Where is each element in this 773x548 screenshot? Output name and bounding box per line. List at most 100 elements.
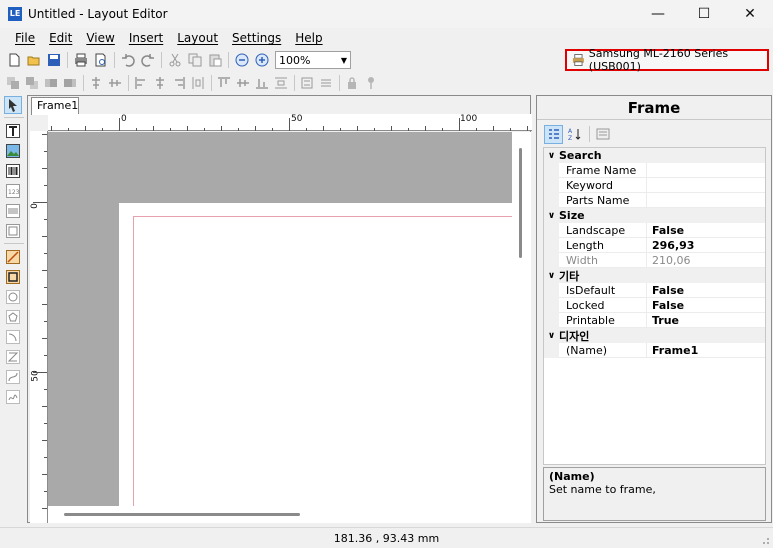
polygon-tool[interactable] — [4, 308, 22, 326]
horizontal-scrollbar[interactable] — [48, 506, 512, 523]
category-size[interactable]: ∨ Size — [544, 208, 765, 223]
align-left-button[interactable] — [132, 74, 150, 92]
same-width-button[interactable] — [317, 74, 335, 92]
tab-frame1[interactable]: Frame1 — [31, 97, 79, 115]
property-row[interactable]: Length 296,93 — [544, 238, 765, 253]
line-tool[interactable] — [4, 248, 22, 266]
property-value[interactable] — [647, 178, 765, 193]
menu-edit[interactable]: Edit — [42, 31, 79, 45]
menu-insert[interactable]: Insert — [122, 31, 170, 45]
distribute-v-button[interactable] — [272, 74, 290, 92]
bring-forward-button[interactable] — [42, 74, 60, 92]
ruler-tick — [102, 128, 103, 131]
property-row[interactable]: Locked False — [544, 298, 765, 313]
menu-settings[interactable]: Settings — [225, 31, 288, 45]
minimize-button[interactable]: — — [635, 0, 681, 28]
center-horizontal-button[interactable] — [87, 74, 105, 92]
property-row[interactable]: Printable True — [544, 313, 765, 328]
send-backward-button[interactable] — [61, 74, 79, 92]
printer-icon — [572, 54, 584, 66]
vertical-scrollbar[interactable] — [512, 132, 531, 506]
barcode-tool[interactable] — [4, 162, 22, 180]
pin-button[interactable] — [362, 74, 380, 92]
cut-button[interactable] — [165, 51, 184, 70]
zoom-out-button[interactable] — [232, 51, 251, 70]
menu-file[interactable]: File — [8, 31, 42, 45]
property-name: IsDefault — [559, 283, 647, 298]
align-right-button[interactable] — [170, 74, 188, 92]
zoom-out-icon — [235, 53, 248, 67]
print-button[interactable] — [71, 51, 90, 70]
resize-grip-icon[interactable] — [760, 535, 770, 545]
property-value[interactable] — [647, 193, 765, 208]
property-row[interactable]: Frame Name — [544, 163, 765, 178]
property-value[interactable] — [647, 163, 765, 178]
print-preview-button[interactable] — [91, 51, 110, 70]
zoom-select[interactable]: 100% ▼ — [275, 51, 351, 69]
property-value[interactable]: False — [647, 298, 765, 313]
select-tool[interactable] — [4, 96, 22, 114]
property-value[interactable]: 296,93 — [647, 238, 765, 253]
property-pages-button[interactable] — [593, 125, 612, 144]
copy-button[interactable] — [185, 51, 204, 70]
align-center-button[interactable] — [151, 74, 169, 92]
align-top-button[interactable] — [215, 74, 233, 92]
property-value[interactable]: Frame1 — [647, 343, 765, 358]
property-row[interactable]: (Name) Frame1 — [544, 343, 765, 358]
diagonal-tool[interactable] — [4, 348, 22, 366]
new-file-button[interactable] — [4, 51, 23, 70]
same-width-icon — [321, 79, 331, 87]
rectangle-tool[interactable] — [4, 268, 22, 286]
category-misc[interactable]: ∨ 기타 — [544, 268, 765, 283]
property-value[interactable]: True — [647, 313, 765, 328]
arc-tool[interactable] — [4, 328, 22, 346]
category-design[interactable]: ∨ 디자인 — [544, 328, 765, 343]
zoom-in-button[interactable] — [252, 51, 271, 70]
serial-number-tool[interactable]: 123 — [4, 182, 22, 200]
distribute-h-button[interactable] — [189, 74, 207, 92]
align-middle-button[interactable] — [234, 74, 252, 92]
property-grid: ∨ Search Frame Name Keyword Parts Name ∨ S… — [543, 147, 766, 465]
property-row[interactable]: IsDefault False — [544, 283, 765, 298]
category-search[interactable]: ∨ Search — [544, 148, 765, 163]
label-page[interactable] — [119, 203, 512, 506]
property-row[interactable]: Keyword — [544, 178, 765, 193]
save-button[interactable] — [44, 51, 63, 70]
align-bottom-button[interactable] — [253, 74, 271, 92]
bring-front-button[interactable] — [4, 74, 22, 92]
menu-help[interactable]: Help — [288, 31, 329, 45]
curve-tool[interactable] — [4, 368, 22, 386]
ellipse-tool[interactable] — [4, 288, 22, 306]
menu-view[interactable]: View — [79, 31, 121, 45]
polygon-icon — [6, 310, 20, 324]
printer-selector[interactable]: Samsung ML-2160 Series (USB001) — [565, 47, 769, 73]
property-value[interactable]: False — [647, 283, 765, 298]
alphabetical-view-button[interactable]: AZ — [565, 125, 584, 144]
maximize-button[interactable]: ☐ — [681, 0, 727, 28]
center-vertical-button[interactable] — [106, 74, 124, 92]
categorized-view-button[interactable] — [544, 124, 563, 144]
ruler-tick — [136, 128, 137, 131]
lock-button[interactable] — [343, 74, 361, 92]
scrollbar-thumb[interactable] — [519, 148, 522, 258]
close-button[interactable]: ✕ — [727, 0, 773, 28]
same-size-button[interactable] — [298, 74, 316, 92]
property-value[interactable]: False — [647, 223, 765, 238]
counter-tool[interactable] — [4, 202, 22, 220]
menu-layout[interactable]: Layout — [170, 31, 225, 45]
property-row[interactable]: Landscape False — [544, 223, 765, 238]
text-tool[interactable] — [4, 122, 22, 140]
ruler-tick — [44, 491, 47, 492]
print-preview-icon — [95, 53, 105, 67]
property-row[interactable]: Parts Name — [544, 193, 765, 208]
frame-tool[interactable] — [4, 222, 22, 240]
image-tool[interactable] — [4, 142, 22, 160]
open-file-button[interactable] — [24, 51, 43, 70]
undo-button[interactable] — [118, 51, 137, 70]
send-back-button[interactable] — [23, 74, 41, 92]
paste-button[interactable] — [205, 51, 224, 70]
freehand-tool[interactable] — [4, 388, 22, 406]
redo-button[interactable] — [138, 51, 157, 70]
design-canvas[interactable] — [48, 132, 512, 506]
scrollbar-thumb[interactable] — [64, 513, 300, 516]
